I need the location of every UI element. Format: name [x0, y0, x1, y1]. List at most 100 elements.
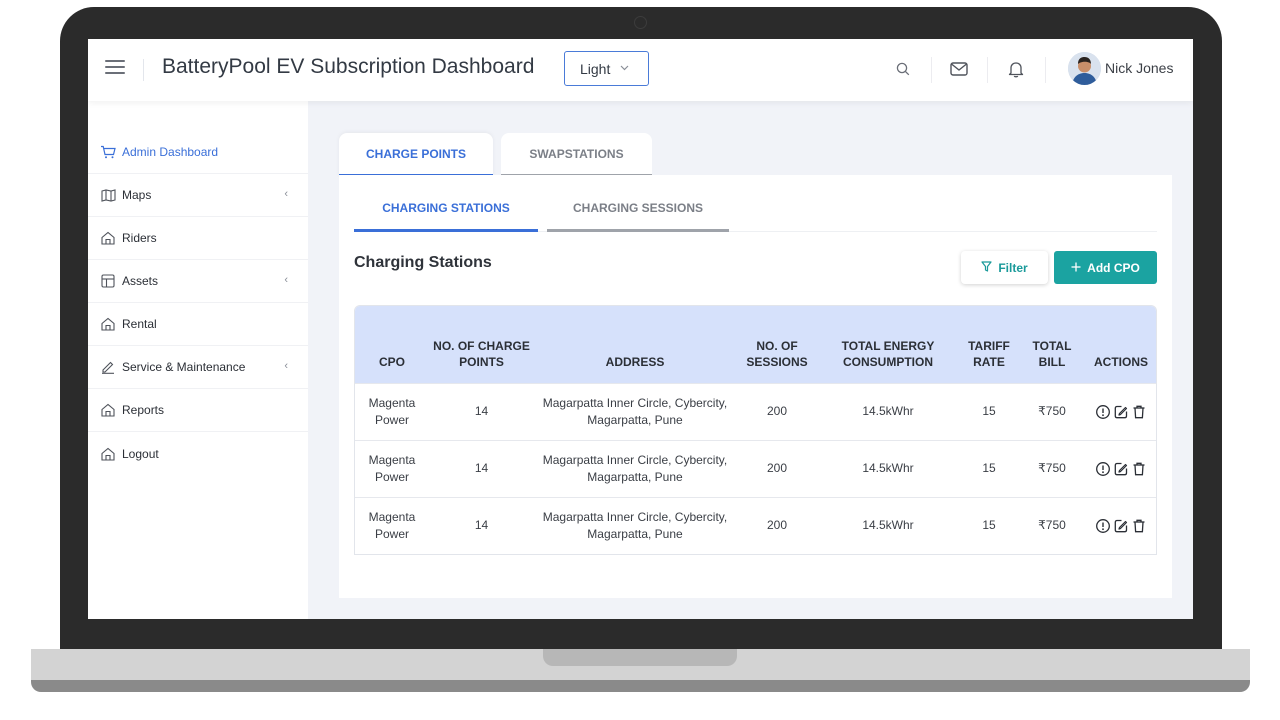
cell-address: Magarpatta Inner Circle, Cybercity, Maga…	[534, 439, 736, 497]
chevron-left-icon: ‹	[284, 188, 288, 200]
column-header-actions: ACTIONS	[1094, 354, 1148, 369]
bell-icon[interactable]	[1005, 58, 1027, 80]
section-title: Charging Stations	[354, 254, 492, 271]
edit-icon[interactable]	[1113, 404, 1129, 420]
outer-tabs: CHARGE POINTS SWAPSTATIONS	[339, 133, 652, 177]
cell-cpo: Magenta Power	[355, 439, 429, 497]
tab-charging-sessions[interactable]: CHARGING SESSIONS	[547, 187, 729, 232]
table-row: Magenta Power 14 Magarpatta Inner Circle…	[355, 496, 1156, 554]
menu-icon[interactable]	[105, 60, 125, 76]
sidebar-item-admin-dashboard[interactable]: Admin Dashboard	[88, 131, 308, 174]
cell-actions	[1084, 496, 1156, 554]
sidebar-item-rental[interactable]: Rental	[88, 303, 308, 346]
sidebar-item-service-maintenance[interactable]: Service & Maintenance ‹	[88, 346, 308, 389]
sidebar-item-reports[interactable]: Reports	[88, 389, 308, 432]
filter-icon	[981, 260, 992, 275]
app-title: BatteryPool EV Subscription Dashboard	[162, 55, 535, 78]
edit-icon[interactable]	[1113, 461, 1129, 477]
topbar-separator	[987, 57, 988, 83]
inner-tabs: CHARGING STATIONS CHARGING SESSIONS	[354, 187, 1157, 232]
plus-icon	[1071, 261, 1081, 275]
trash-icon[interactable]	[1131, 461, 1147, 477]
avatar[interactable]	[1068, 52, 1101, 85]
cell-tariff: 15	[958, 382, 1020, 440]
sidebar: Admin Dashboard Maps ‹ Riders Assets ‹ R…	[88, 101, 308, 619]
cell-bill: ₹750	[1020, 439, 1084, 497]
main-content: CHARGE POINTS SWAPSTATIONS CHARGING STAT…	[339, 133, 1172, 598]
cell-bill: ₹750	[1020, 496, 1084, 554]
home-icon	[99, 445, 117, 463]
layout-icon	[99, 272, 117, 290]
column-header-energy: TOTAL ENERGY CONSUMPTION	[841, 338, 935, 369]
cell-energy: 14.5kWhr	[818, 439, 958, 497]
sidebar-item-label: Reports	[122, 403, 165, 417]
cell-tariff: 15	[958, 439, 1020, 497]
cell-actions	[1084, 439, 1156, 497]
cell-sessions: 200	[736, 496, 818, 554]
topbar-divider	[143, 59, 144, 81]
tab-charging-stations[interactable]: CHARGING STATIONS	[354, 187, 538, 232]
cell-sessions: 200	[736, 382, 818, 440]
trash-icon[interactable]	[1131, 404, 1147, 420]
pencil-icon	[99, 358, 117, 376]
trash-icon[interactable]	[1131, 518, 1147, 534]
cell-cpo: Magenta Power	[355, 382, 429, 440]
sidebar-item-logout[interactable]: Logout	[88, 432, 308, 475]
cell-cpo: Magenta Power	[355, 496, 429, 554]
theme-select[interactable]: Light	[564, 51, 649, 86]
sidebar-item-label: Admin Dashboard	[122, 145, 219, 159]
cell-actions	[1084, 382, 1156, 440]
chevron-left-icon: ‹	[284, 274, 288, 286]
app-screen: BatteryPool EV Subscription Dashboard Li…	[88, 39, 1193, 619]
chevron-down-icon	[620, 63, 629, 74]
laptop-notch	[543, 649, 737, 666]
home-icon	[99, 315, 117, 333]
tab-swapstations[interactable]: SWAPSTATIONS	[501, 133, 652, 177]
theme-select-value: Light	[580, 60, 611, 77]
sidebar-item-label: Assets	[122, 274, 159, 288]
map-icon	[99, 186, 117, 204]
tab-charge-points[interactable]: CHARGE POINTS	[339, 133, 493, 177]
user-name[interactable]: Nick Jones	[1105, 60, 1173, 76]
info-icon[interactable]	[1095, 518, 1111, 534]
content-panel: CHARGING STATIONS CHARGING SESSIONS Char…	[339, 175, 1172, 598]
table-row: Magenta Power 14 Magarpatta Inner Circle…	[355, 382, 1156, 440]
sidebar-item-label: Maps	[122, 188, 152, 202]
cell-energy: 14.5kWhr	[818, 496, 958, 554]
add-cpo-button[interactable]: Add CPO	[1054, 251, 1157, 284]
cell-address: Magarpatta Inner Circle, Cybercity, Maga…	[534, 382, 736, 440]
column-header-charge-points: NO. OF CHARGE POINTS	[433, 338, 530, 369]
sidebar-item-label: Service & Maintenance	[122, 360, 246, 374]
topbar-separator	[1045, 57, 1046, 83]
filter-button-label: Filter	[998, 260, 1028, 275]
cart-icon	[99, 143, 117, 161]
laptop-base-edge	[31, 680, 1250, 692]
column-header-sessions: NO. OF SESSIONS	[746, 338, 808, 369]
column-header-address: ADDRESS	[605, 354, 665, 369]
filter-button[interactable]: Filter	[961, 251, 1048, 284]
cell-bill: ₹750	[1020, 382, 1084, 440]
charging-stations-table: CPO NO. OF CHARGE POINTS ADDRESS NO. OF …	[354, 305, 1157, 555]
sidebar-item-maps[interactable]: Maps ‹	[88, 174, 308, 217]
search-icon[interactable]	[892, 58, 914, 80]
edit-icon[interactable]	[1113, 518, 1129, 534]
column-header-tariff: TARIFF RATE	[968, 338, 1010, 369]
sidebar-item-assets[interactable]: Assets ‹	[88, 260, 308, 303]
table-row: Magenta Power 14 Magarpatta Inner Circle…	[355, 439, 1156, 497]
mail-icon[interactable]	[948, 58, 970, 80]
sidebar-item-riders[interactable]: Riders	[88, 217, 308, 260]
cell-energy: 14.5kWhr	[818, 382, 958, 440]
add-cpo-button-label: Add CPO	[1087, 260, 1140, 275]
cell-tariff: 15	[958, 496, 1020, 554]
info-icon[interactable]	[1095, 404, 1111, 420]
topbar-separator	[931, 57, 932, 83]
sidebar-item-label: Logout	[122, 446, 159, 461]
table-header-row: CPO NO. OF CHARGE POINTS ADDRESS NO. OF …	[355, 306, 1156, 383]
info-icon[interactable]	[1095, 461, 1111, 477]
cell-sessions: 200	[736, 439, 818, 497]
sidebar-item-label: Riders	[122, 231, 157, 245]
cell-address: Magarpatta Inner Circle, Cybercity, Maga…	[534, 496, 736, 554]
cell-charge-points: 14	[429, 439, 534, 497]
chevron-left-icon: ‹	[284, 360, 288, 372]
home-icon	[99, 229, 117, 247]
